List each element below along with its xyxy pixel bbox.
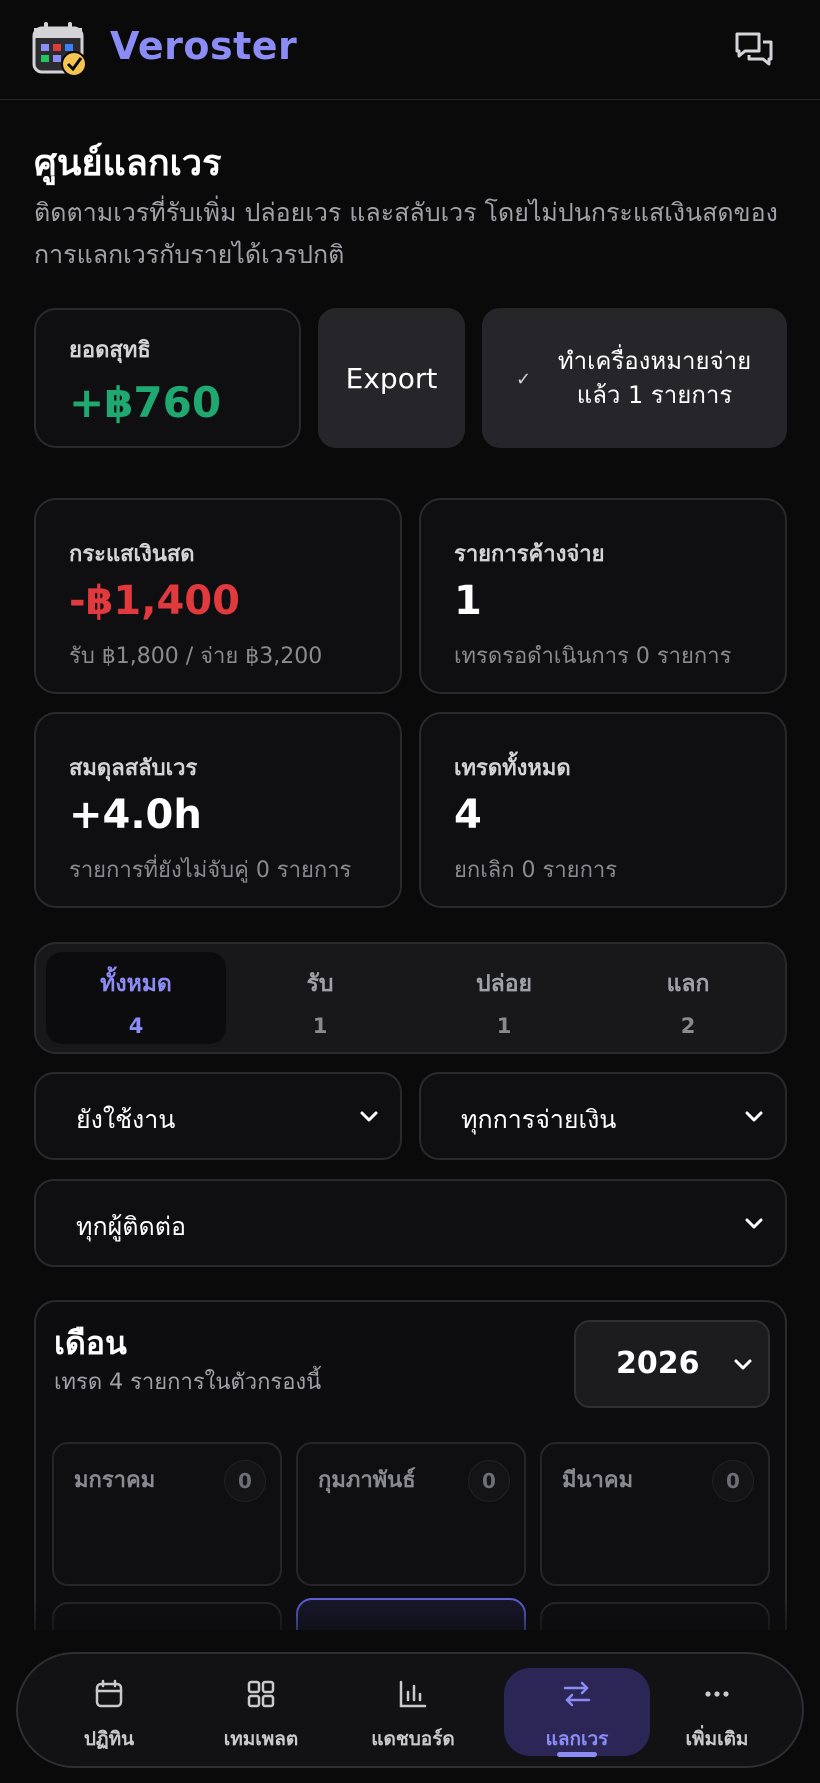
month-name: กุมภาพันธ์ bbox=[318, 1468, 416, 1493]
stat-label: กระแสเงินสด bbox=[69, 542, 195, 567]
bottom-navigation: ปฏิทิน เทมเพลต แดชบอร์ด แลกเวร เพิ่มเติม bbox=[16, 1652, 804, 1768]
active-indicator bbox=[557, 1752, 597, 1757]
calendar-icon bbox=[95, 1679, 123, 1708]
cash-flow-card: กระแสเงินสด -฿1,400 รับ ฿1,800 / จ่าย ฿3… bbox=[34, 498, 402, 694]
stat-subtext: รายการที่ยังไม่จับคู่ 0 รายการ bbox=[69, 858, 352, 883]
tab-count: 4 bbox=[128, 1014, 144, 1038]
tab-count: 1 bbox=[496, 1014, 512, 1038]
stat-subtext: รับ ฿1,800 / จ่าย ฿3,200 bbox=[69, 644, 323, 669]
nav-label: เทมเพลต bbox=[223, 1728, 299, 1750]
month-count-badge: 0 bbox=[468, 1460, 510, 1502]
mark-paid-label: ทำเครื่องหมายจ่ายแล้ว 1 รายการ bbox=[557, 347, 752, 409]
stat-value: -฿1,400 bbox=[69, 578, 240, 624]
month-cell-february[interactable]: กุมภาพันธ์ 0 bbox=[296, 1442, 526, 1586]
status-filter-value: ยังใช้งาน bbox=[76, 1105, 176, 1134]
chat-icon bbox=[735, 32, 773, 66]
check-icon: ✓ bbox=[516, 369, 532, 390]
grid-icon bbox=[247, 1680, 275, 1708]
tab-count: 2 bbox=[680, 1014, 696, 1038]
net-total-label: ยอดสุทธิ bbox=[69, 338, 151, 363]
contact-filter-value: ทุกผู้ติดต่อ bbox=[76, 1212, 186, 1241]
chat-button[interactable] bbox=[728, 24, 780, 76]
nav-item-calendar[interactable]: ปฏิทิน bbox=[36, 1668, 182, 1756]
bar-chart-icon bbox=[399, 1680, 427, 1708]
nav-label: ปฏิทิน bbox=[83, 1728, 135, 1750]
nav-label: เพิ่มเติม bbox=[685, 1728, 749, 1750]
month-cell-january[interactable]: มกราคม 0 bbox=[52, 1442, 282, 1586]
pending-payments-card: รายการค้างจ่าย 1 เทรดรอดำเนินการ 0 รายกา… bbox=[419, 498, 787, 694]
swap-icon bbox=[563, 1681, 591, 1707]
swap-balance-card: สมดุลสลับเวร +4.0h รายการที่ยังไม่จับคู่… bbox=[34, 712, 402, 908]
total-trades-card: เทรดทั้งหมด 4 ยกเลิก 0 รายการ bbox=[419, 712, 787, 908]
month-count-badge: 0 bbox=[712, 1460, 754, 1502]
chevron-down-icon bbox=[360, 1111, 378, 1122]
tab-release[interactable]: ปล่อย 1 bbox=[414, 952, 594, 1044]
stat-label: เทรดทั้งหมด bbox=[454, 756, 571, 781]
tab-label: แลก bbox=[666, 971, 710, 997]
tab-pickup[interactable]: รับ 1 bbox=[230, 952, 410, 1044]
nav-item-more[interactable]: เพิ่มเติม bbox=[644, 1668, 790, 1756]
app-logo-icon bbox=[32, 20, 90, 78]
tab-label: ปล่อย bbox=[476, 971, 532, 997]
month-name: มกราคม bbox=[74, 1468, 156, 1493]
stat-subtext: เทรดรอดำเนินการ 0 รายการ bbox=[454, 644, 732, 669]
scroll-fade bbox=[0, 1600, 820, 1660]
contact-filter-select[interactable]: ทุกผู้ติดต่อ bbox=[34, 1179, 787, 1267]
net-total-value: +฿760 bbox=[69, 378, 222, 427]
month-cell-march[interactable]: มีนาคม 0 bbox=[540, 1442, 770, 1586]
tab-all[interactable]: ทั้งหมด 4 bbox=[46, 952, 226, 1044]
nav-item-shift-swap[interactable]: แลกเวร bbox=[504, 1668, 650, 1757]
tab-label: ทั้งหมด bbox=[100, 971, 172, 997]
year-select[interactable]: 2026 bbox=[574, 1320, 770, 1408]
page-title: ศูนย์แลกเวร bbox=[34, 143, 222, 184]
month-count-badge: 0 bbox=[224, 1460, 266, 1502]
page-description: ติดตามเวรที่รับเพิ่ม ปล่อยเวร และสลับเวร… bbox=[34, 198, 778, 269]
net-total-card: ยอดสุทธิ +฿760 bbox=[34, 308, 301, 448]
month-name: มีนาคม bbox=[562, 1468, 634, 1493]
month-panel-subtitle: เทรด 4 รายการในตัวกรองนี้ bbox=[54, 1370, 322, 1395]
stat-value: 1 bbox=[454, 578, 482, 624]
year-value: 2026 bbox=[616, 1346, 700, 1381]
mark-paid-button[interactable]: ✓ ทำเครื่องหมายจ่ายแล้ว 1 รายการ bbox=[482, 308, 787, 448]
payment-filter-select[interactable]: ทุกการจ่ายเงิน bbox=[419, 1072, 787, 1160]
more-icon bbox=[705, 1691, 729, 1697]
tab-label: รับ bbox=[306, 971, 334, 997]
month-panel: เดือน เทรด 4 รายการในตัวกรองนี้ 2026 มกร… bbox=[34, 1300, 787, 1630]
stat-label: รายการค้างจ่าย bbox=[454, 542, 605, 567]
payment-filter-value: ทุกการจ่ายเงิน bbox=[461, 1105, 617, 1134]
stat-value: +4.0h bbox=[69, 792, 202, 838]
nav-label: แลกเวร bbox=[545, 1728, 609, 1750]
export-button[interactable]: Export bbox=[318, 308, 465, 448]
chevron-down-icon bbox=[745, 1111, 763, 1122]
trade-type-tabs: ทั้งหมด 4 รับ 1 ปล่อย 1 แลก 2 bbox=[34, 942, 787, 1054]
chevron-down-icon bbox=[745, 1218, 763, 1229]
top-bar: Veroster bbox=[0, 0, 820, 100]
month-panel-title: เดือน bbox=[54, 1324, 127, 1362]
nav-item-dashboard[interactable]: แดชบอร์ด bbox=[340, 1668, 486, 1756]
nav-label: แดชบอร์ด bbox=[371, 1728, 455, 1750]
status-filter-select[interactable]: ยังใช้งาน bbox=[34, 1072, 402, 1160]
stat-label: สมดุลสลับเวร bbox=[69, 756, 198, 781]
tab-swap[interactable]: แลก 2 bbox=[598, 952, 778, 1044]
nav-item-templates[interactable]: เทมเพลต bbox=[188, 1668, 334, 1756]
chevron-down-icon bbox=[734, 1359, 752, 1370]
stat-value: 4 bbox=[454, 792, 482, 838]
stat-subtext: ยกเลิก 0 รายการ bbox=[454, 858, 618, 883]
tab-count: 1 bbox=[312, 1014, 328, 1038]
app-name: Veroster bbox=[110, 24, 298, 68]
